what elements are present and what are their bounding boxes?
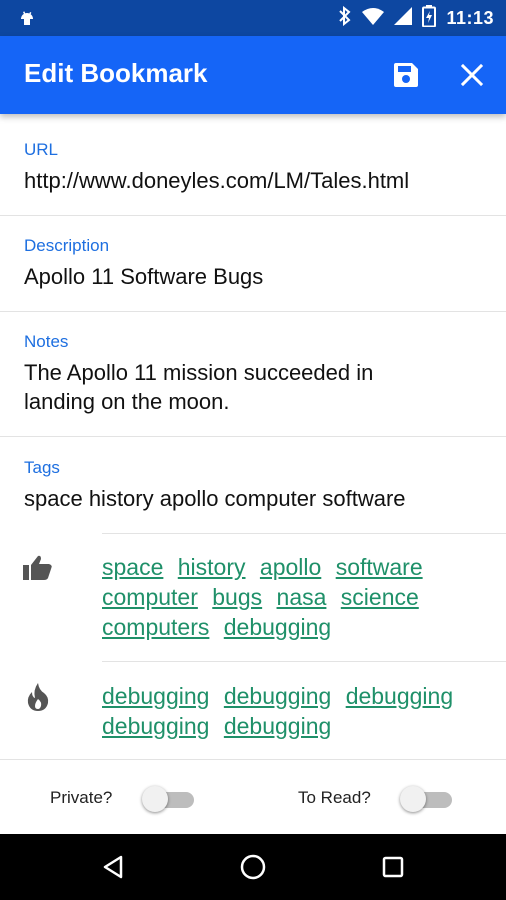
battery-charging-icon [422,4,437,32]
tag-link[interactable]: computers [102,614,209,640]
divider [0,311,506,312]
toggle-row: Private? To Read? [0,768,506,834]
home-button[interactable] [238,852,268,882]
suggested-tags-list: space history apollo software computer b… [102,552,486,642]
tag-link[interactable]: debugging [102,713,209,739]
tag-link[interactable]: apollo [260,554,321,580]
notes-input[interactable]: The Apollo 11 mission succeeded in landi… [24,358,446,416]
tag-link[interactable]: nasa [277,584,327,610]
tag-link[interactable]: debugging [346,683,453,709]
notes-label: Notes [24,332,69,351]
bookmark-form: URL http://www.doneyles.com/LM/Tales.htm… [0,114,506,834]
private-label: Private? [50,788,113,807]
tag-link[interactable]: bugs [212,584,262,610]
status-bar: 11:13 [0,0,506,36]
save-button[interactable] [389,58,423,92]
description-input[interactable]: Apollo 11 Software Bugs [24,262,486,291]
tags-label: Tags [24,458,60,477]
tag-link[interactable]: software [336,554,423,580]
navigation-bar [0,834,506,900]
app-bar: Edit Bookmark [0,36,506,114]
tag-link[interactable]: debugging [224,614,331,640]
flame-icon [22,681,54,713]
tag-link[interactable]: history [178,554,246,580]
thumbs-up-icon [22,552,54,584]
tags-field[interactable]: Tags space history apollo computer softw… [24,458,486,513]
url-label: URL [24,140,59,159]
to-read-label: To Read? [298,788,371,807]
android-icon [18,9,36,32]
url-input[interactable]: http://www.doneyles.com/LM/Tales.html [24,166,486,195]
bluetooth-icon [338,5,352,31]
description-field[interactable]: Description Apollo 11 Software Bugs [24,236,486,291]
notes-field[interactable]: Notes The Apollo 11 mission succeeded in… [24,332,446,416]
divider [0,436,506,437]
status-time: 11:13 [446,7,494,28]
close-button[interactable] [455,58,489,92]
divider [0,759,506,760]
signal-icon [394,6,413,30]
to-read-switch[interactable] [400,786,454,812]
description-label: Description [24,236,110,255]
wifi-icon [362,7,385,30]
back-icon [103,855,123,879]
tag-link[interactable]: science [341,584,419,610]
recents-button[interactable] [378,852,408,882]
popular-tags-list: debugging debugging debugging debugging … [102,681,486,741]
page-title: Edit Bookmark [24,58,208,88]
url-field[interactable]: URL http://www.doneyles.com/LM/Tales.htm… [24,140,486,195]
back-button[interactable] [98,852,128,882]
save-icon [394,63,418,87]
divider [102,661,506,662]
private-switch[interactable] [142,786,196,812]
home-icon [240,854,266,880]
divider [0,215,506,216]
divider [102,533,506,534]
tag-link[interactable]: computer [102,584,198,610]
tag-link[interactable]: debugging [224,713,331,739]
recents-icon [382,856,404,878]
tag-link[interactable]: debugging [102,683,209,709]
tags-input[interactable]: space history apollo computer software [24,484,486,513]
tag-link[interactable]: space [102,554,163,580]
close-icon [460,63,484,87]
tag-link[interactable]: debugging [224,683,331,709]
